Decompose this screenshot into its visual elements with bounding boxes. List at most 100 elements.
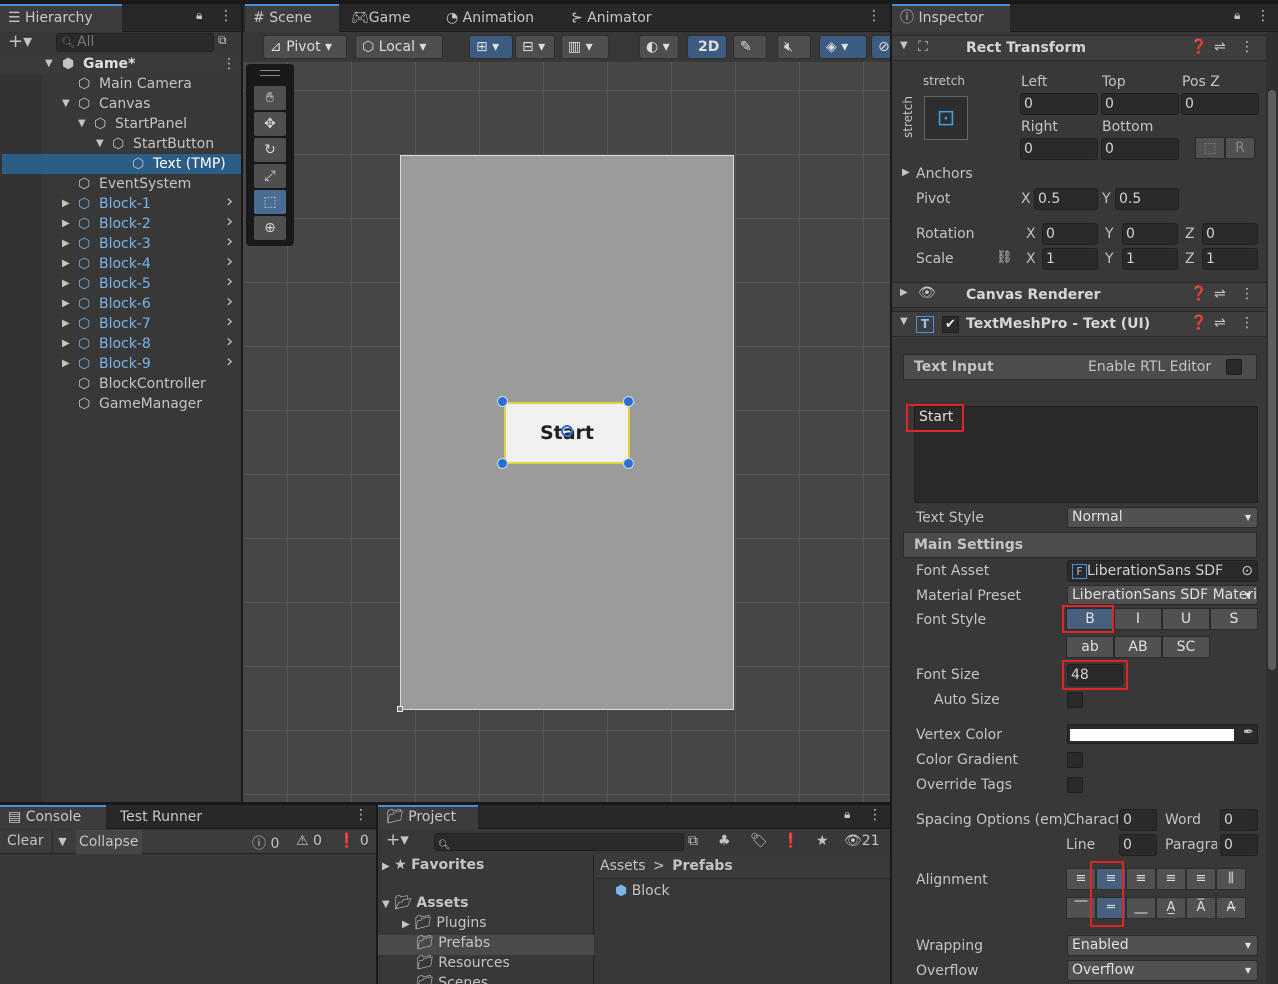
label-filter-icon[interactable]: 🏷︎ xyxy=(750,833,768,849)
raw-edit-button[interactable]: R xyxy=(1225,137,1255,159)
open-prefab-icon[interactable]: › xyxy=(226,312,233,332)
info-count-icon[interactable]: ⓘ 0 xyxy=(252,833,279,853)
align-baseline-icon[interactable]: A̲ xyxy=(1156,897,1186,919)
tree-item[interactable]: ▼ ⬡ StartPanel xyxy=(0,114,240,134)
open-prefab-icon[interactable]: › xyxy=(226,352,233,372)
kebab-menu-icon[interactable]: ⋮ xyxy=(222,54,236,74)
tab-test-runner[interactable]: Test Runner xyxy=(112,805,202,829)
tree-item[interactable]: ⬡ Main Camera xyxy=(0,74,240,94)
canvas-renderer-header[interactable]: ▶ 👁︎ Canvas Renderer ❓ ⇌ ⋮ xyxy=(892,282,1266,308)
eyedropper-icon[interactable]: ✒ xyxy=(1243,725,1254,740)
hierarchy-search-input[interactable]: 🔍︎ All xyxy=(56,33,214,52)
open-prefab-icon[interactable]: › xyxy=(226,212,233,232)
tree-item-prefab[interactable]: ▶ › ⬡ Block-5 xyxy=(0,272,240,294)
warning-count-icon[interactable]: ⚠ 0 xyxy=(296,833,322,849)
open-prefab-icon[interactable]: › xyxy=(226,192,233,212)
tab-console[interactable]: ▤ Console xyxy=(0,805,106,829)
scale-z-field[interactable]: 1 xyxy=(1202,248,1258,270)
local-dropdown[interactable]: ⬡ Local ▾ xyxy=(355,35,443,59)
favorites-row[interactable]: ▶ ★ Favorites xyxy=(382,857,484,873)
kebab-menu-icon[interactable]: ⋮ xyxy=(868,807,882,823)
tree-item-prefab[interactable]: ▶ › ⬡ Block-9 xyxy=(0,352,240,374)
breadcrumb-prefabs[interactable]: Prefabs xyxy=(672,858,733,874)
kebab-menu-icon[interactable]: ⋮ xyxy=(354,807,368,823)
tab-animation[interactable]: ◔ Animation xyxy=(438,4,534,32)
grid-snap-button[interactable]: ⊞ ▾ xyxy=(469,35,513,59)
align-left-icon[interactable]: ≡ xyxy=(1066,868,1096,890)
rotation-y-field[interactable]: 0 xyxy=(1122,223,1178,245)
project-folder-item[interactable]: 📁︎ Resources xyxy=(378,955,594,975)
align-bottom-icon[interactable]: ⎽ xyxy=(1126,897,1156,919)
wrapping-dropdown[interactable]: Enabled xyxy=(1067,935,1258,956)
hidden-packages-count[interactable]: 👁︎21 xyxy=(844,833,880,849)
lock-icon[interactable]: 🔒︎ xyxy=(844,807,850,822)
open-prefab-icon[interactable]: › xyxy=(226,272,233,292)
kebab-menu-icon[interactable]: ⋮ xyxy=(219,8,233,24)
tab-inspector[interactable]: ⓘ Inspector xyxy=(892,4,1010,32)
kebab-menu-icon[interactable]: ⋮ xyxy=(1256,8,1270,24)
tree-item-prefab[interactable]: ▶ › ⬡ Block-8 xyxy=(0,332,240,354)
expand-arrow-icon[interactable]: ▶ xyxy=(402,919,410,930)
tree-item[interactable]: ⬡ GameManager xyxy=(0,394,240,414)
add-icon[interactable]: +▾ xyxy=(8,31,32,52)
expand-arrow-icon[interactable]: ▶ xyxy=(902,167,910,178)
tab-project[interactable]: 📁︎ Project xyxy=(378,805,478,829)
rotation-x-field[interactable]: 0 xyxy=(1042,223,1098,245)
rect-handle-icon[interactable] xyxy=(623,458,634,469)
expand-arrow-icon[interactable]: ▼ xyxy=(78,114,86,134)
font-style-s-button[interactable]: S xyxy=(1210,608,1258,630)
toggle-2d-button[interactable]: 2D xyxy=(687,35,727,59)
kebab-menu-icon[interactable]: ⋮ xyxy=(1240,39,1254,55)
rotate-tool-icon[interactable]: ↻ xyxy=(254,138,286,162)
color-gradient-checkbox[interactable] xyxy=(1067,752,1083,768)
tree-item[interactable]: ⬡ EventSystem xyxy=(0,174,240,194)
align-capline-icon[interactable]: A̶ xyxy=(1216,897,1246,919)
align-top-icon[interactable]: ⎺ xyxy=(1066,897,1096,919)
override-tags-checkbox[interactable] xyxy=(1067,777,1083,793)
expand-arrow-icon[interactable]: ▼ xyxy=(62,94,70,114)
scale-x-field[interactable]: 1 xyxy=(1042,248,1098,270)
left-field[interactable]: 0 xyxy=(1020,93,1098,115)
favorite-star-icon[interactable]: ★ xyxy=(816,833,829,849)
align-flush-icon[interactable]: ≡ xyxy=(1186,868,1216,890)
project-folder-item[interactable]: 📁︎ Scenes xyxy=(378,975,594,984)
expand-arrow-icon[interactable]: ▶ xyxy=(62,354,70,374)
font-asset-field[interactable]: F LiberationSans SDF ⊙ xyxy=(1067,560,1258,582)
align-geometry-icon[interactable]: ⫼ xyxy=(1216,868,1246,890)
tree-item-prefab[interactable]: ▶ › ⬡ Block-6 xyxy=(0,292,240,314)
expand-arrow-icon[interactable]: ▼ xyxy=(96,134,104,154)
help-icon[interactable]: ❓ xyxy=(1190,315,1207,331)
word-spacing-field[interactable]: 0 xyxy=(1220,809,1258,831)
bottom-field[interactable]: 0 xyxy=(1101,138,1179,160)
type-filter-icon[interactable]: ♣ xyxy=(718,833,731,849)
expand-arrow-icon[interactable]: ▶ xyxy=(62,294,70,314)
posz-field[interactable]: 0 xyxy=(1181,93,1259,115)
font-style-ab-button[interactable]: AB xyxy=(1114,636,1162,658)
tree-item-prefab[interactable]: ▶ › ⬡ Block-1 xyxy=(0,192,240,214)
presets-icon[interactable]: ⇌ xyxy=(1214,39,1226,55)
font-style-sc-button[interactable]: SC xyxy=(1162,636,1210,658)
collapse-arrow-icon[interactable]: ▼ xyxy=(900,316,908,327)
move-tool-icon[interactable]: ✥ xyxy=(254,112,286,136)
scale-y-field[interactable]: 1 xyxy=(1122,248,1178,270)
palette-grip-icon[interactable] xyxy=(260,70,280,76)
help-icon[interactable]: ❓ xyxy=(1190,286,1207,302)
project-folder-item[interactable]: ▶ 📁︎ Plugins xyxy=(378,915,594,935)
scrollbar[interactable] xyxy=(1266,32,1278,984)
kebab-menu-icon[interactable]: ⋮ xyxy=(867,8,881,24)
tree-item[interactable]: ⬡ BlockController xyxy=(0,374,240,394)
constrain-proportions-icon[interactable]: ⛓ xyxy=(996,250,1013,265)
pivot-handle-icon[interactable] xyxy=(561,425,573,437)
tab-hierarchy[interactable]: ☰ Hierarchy xyxy=(0,4,122,32)
scene-canvas[interactable]: Start xyxy=(243,62,890,802)
issues-icon[interactable]: ❗ xyxy=(782,833,799,849)
rtl-checkbox[interactable] xyxy=(1226,359,1242,375)
help-icon[interactable]: ❓ xyxy=(1190,39,1207,55)
font-style-b-button[interactable]: B xyxy=(1066,608,1114,630)
tab-animator[interactable]: ⊱ Animator xyxy=(563,4,652,32)
right-field[interactable]: 0 xyxy=(1020,138,1098,160)
lighting-button[interactable]: ✎ xyxy=(733,35,767,59)
open-prefab-icon[interactable]: › xyxy=(226,232,233,252)
open-prefab-icon[interactable]: › xyxy=(226,252,233,272)
snap-increment-button[interactable]: ⊟ ▾ xyxy=(515,35,555,59)
